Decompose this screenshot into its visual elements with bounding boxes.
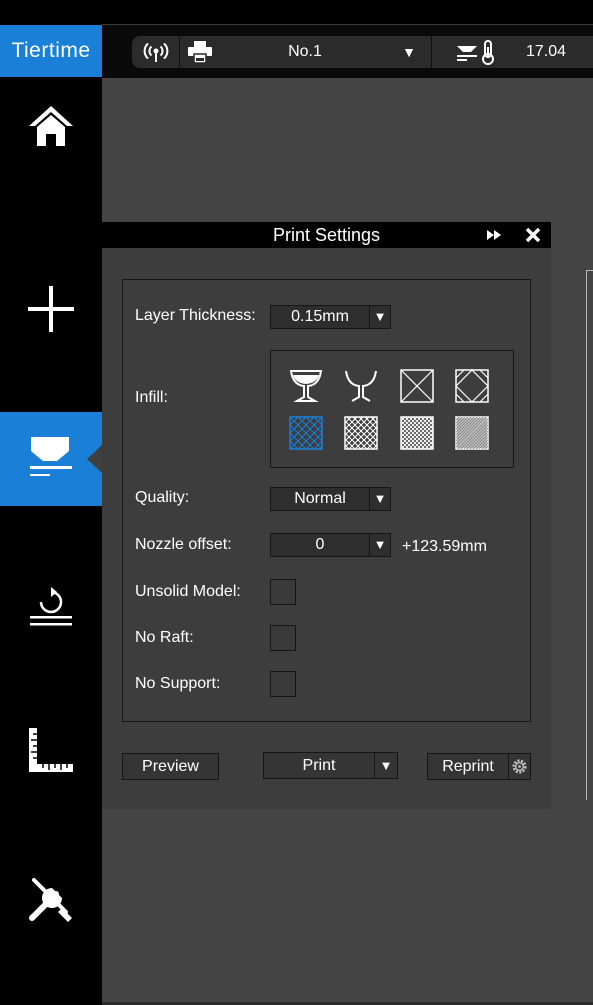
- large-hollow-infill-icon[interactable]: [400, 369, 434, 403]
- preview-button[interactable]: Preview: [122, 753, 219, 780]
- unsolid-model-label: Unsolid Model:: [135, 583, 241, 600]
- quality-value: Normal: [294, 490, 346, 507]
- platform-thermometer-icon: [452, 36, 500, 68]
- tiertime-logo: Tiertime: [0, 25, 102, 77]
- build-volume-edge: [586, 270, 593, 800]
- surface-infill-icon[interactable]: [344, 369, 378, 403]
- layer-thickness-dropdown[interactable]: 0.15mm ▼: [270, 305, 391, 329]
- loose-infill-icon[interactable]: [289, 416, 323, 450]
- sidebar-item-calibrate[interactable]: [0, 572, 102, 644]
- print-button-label: Print: [302, 757, 336, 774]
- nozzle-offset-value: 0: [315, 536, 325, 553]
- quality-dropdown[interactable]: Normal ▼: [270, 487, 391, 511]
- rotate-platform-icon: [27, 582, 75, 635]
- layer-thickness-value: 0.15mm: [291, 308, 349, 325]
- reprint-button[interactable]: Reprint: [427, 753, 531, 780]
- pill-separator: [431, 36, 432, 68]
- medium-infill-icon[interactable]: [344, 416, 378, 450]
- no-support-label: No Support:: [135, 675, 221, 692]
- dense-infill-icon[interactable]: [400, 416, 434, 450]
- unsolid-model-checkbox[interactable]: [270, 579, 296, 605]
- sidebar-item-home[interactable]: [0, 92, 102, 164]
- nozzle-offset-label: Nozzle offset:: [135, 536, 232, 553]
- chevron-down-icon[interactable]: ▼: [370, 488, 390, 510]
- print-button[interactable]: Print ▼: [263, 752, 398, 779]
- top-black-bar: [0, 0, 593, 24]
- ruler-icon: [25, 724, 77, 781]
- platform-temperature: 17.04: [525, 43, 567, 60]
- home-icon: [27, 102, 75, 155]
- print-platform-icon: [27, 433, 75, 486]
- printer-name[interactable]: No.1: [210, 36, 400, 68]
- infill-options-box: [270, 350, 514, 468]
- fast-forward-icon[interactable]: [482, 222, 506, 248]
- sidebar-item-add[interactable]: [0, 275, 102, 347]
- chevron-down-icon[interactable]: ▼: [375, 753, 397, 778]
- pill-separator: [179, 36, 180, 68]
- no-raft-checkbox[interactable]: [270, 625, 296, 651]
- close-icon[interactable]: [520, 222, 546, 248]
- plus-icon: [26, 284, 76, 339]
- chevron-down-icon[interactable]: ▼: [370, 306, 390, 328]
- hollow-infill-icon[interactable]: [455, 369, 489, 403]
- shell-infill-icon[interactable]: [289, 369, 323, 403]
- sidebar-item-measure[interactable]: [0, 716, 102, 788]
- solid-infill-icon[interactable]: [455, 416, 489, 450]
- wifi-broadcast-icon[interactable]: [140, 36, 172, 68]
- nozzle-offset-dropdown[interactable]: 0 ▼: [270, 533, 391, 557]
- no-support-checkbox[interactable]: [270, 671, 296, 697]
- sidebar-item-maintenance[interactable]: [0, 862, 102, 940]
- nozzle-offset-height: +123.59mm: [402, 538, 487, 555]
- layer-thickness-label: Layer Thickness:: [135, 307, 256, 324]
- printer-dropdown-caret[interactable]: ▼: [398, 36, 420, 68]
- chevron-down-icon[interactable]: ▼: [370, 534, 390, 556]
- reprint-button-label: Reprint: [442, 758, 494, 775]
- no-raft-label: No Raft:: [135, 629, 194, 646]
- infill-label: Infill:: [135, 389, 168, 406]
- tools-icon: [26, 874, 76, 929]
- gear-icon[interactable]: [509, 754, 530, 779]
- quality-label: Quality:: [135, 489, 190, 506]
- active-indicator-arrow: [87, 445, 102, 473]
